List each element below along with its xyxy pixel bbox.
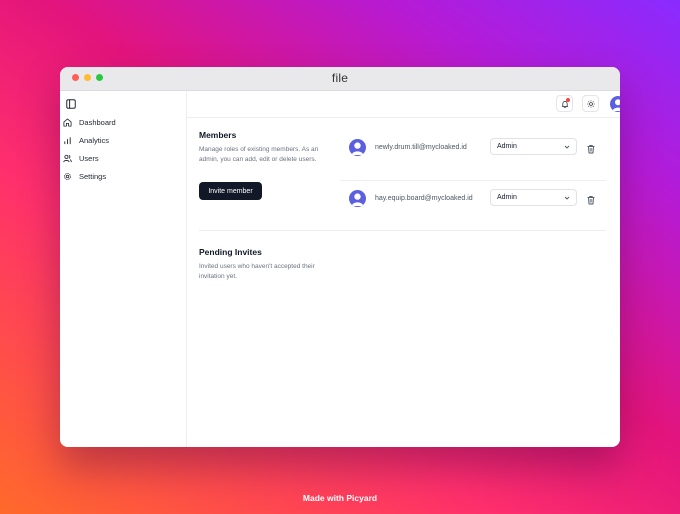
theme-toggle-button[interactable] — [582, 95, 599, 112]
gear-icon — [63, 172, 72, 181]
role-select-value: Admin — [497, 194, 517, 201]
avatar — [349, 139, 366, 156]
members-title: Members — [199, 130, 237, 140]
role-select[interactable]: Admin — [490, 189, 577, 206]
invite-member-button[interactable]: Invite member — [199, 182, 262, 200]
sidebar-item-settings[interactable]: Settings — [60, 167, 186, 185]
member-list: newly.drum.till@mycloaked.id Admin hay.e… — [340, 130, 606, 231]
notification-badge — [566, 98, 570, 102]
sun-icon — [586, 99, 595, 108]
trash-icon[interactable] — [586, 192, 596, 205]
footer-credit: Made with Picyard — [302, 493, 378, 503]
member-email: newly.drum.till@mycloaked.id — [375, 144, 467, 151]
users-icon — [63, 154, 72, 163]
notifications-button[interactable] — [556, 95, 573, 112]
sidebar-item-dashboard[interactable]: Dashboard — [60, 113, 186, 131]
section-divider — [199, 230, 606, 231]
pending-invites-title: Pending Invites — [199, 247, 262, 257]
sidebar-item-label: Dashboard — [79, 117, 116, 127]
members-description: Manage roles of existing members. As an … — [199, 146, 319, 163]
list-item: newly.drum.till@mycloaked.id Admin — [340, 130, 606, 181]
list-item: hay.equip.board@mycloaked.id Admin — [340, 181, 606, 231]
home-icon — [63, 117, 72, 127]
pending-invites-description: Invited users who haven't accepted their… — [199, 263, 315, 280]
chevron-down-icon — [564, 195, 570, 201]
avatar — [349, 190, 366, 207]
top-bar — [187, 91, 620, 118]
sidebar-item-analytics[interactable]: Analytics — [60, 131, 186, 149]
title-bar: file — [60, 67, 620, 91]
role-select-value: Admin — [497, 143, 517, 150]
sidebar-item-label: Settings — [79, 171, 107, 181]
role-select[interactable]: Admin — [490, 138, 577, 155]
member-email: hay.equip.board@mycloaked.id — [375, 195, 473, 202]
members-info: Members Manage roles of existing members… — [199, 130, 327, 165]
bar-chart-icon — [63, 136, 72, 145]
sidebar-item-users[interactable]: Users — [60, 149, 186, 167]
sidebar-item-label: Users — [79, 153, 99, 163]
trash-icon[interactable] — [586, 141, 596, 154]
sidebar-toggle-icon[interactable] — [66, 96, 76, 109]
chevron-down-icon — [564, 144, 570, 150]
pending-invites-section: Pending Invites Invited users who haven'… — [199, 247, 327, 282]
sidebar: Dashboard Analytics Users Settings — [60, 91, 187, 447]
avatar[interactable] — [610, 96, 620, 112]
app-window: file Dashboard Analytics Users Settings … — [60, 67, 620, 447]
sidebar-nav: Dashboard Analytics Users Settings — [60, 113, 186, 185]
sidebar-item-label: Analytics — [79, 135, 110, 145]
window-title: file — [331, 71, 349, 85]
